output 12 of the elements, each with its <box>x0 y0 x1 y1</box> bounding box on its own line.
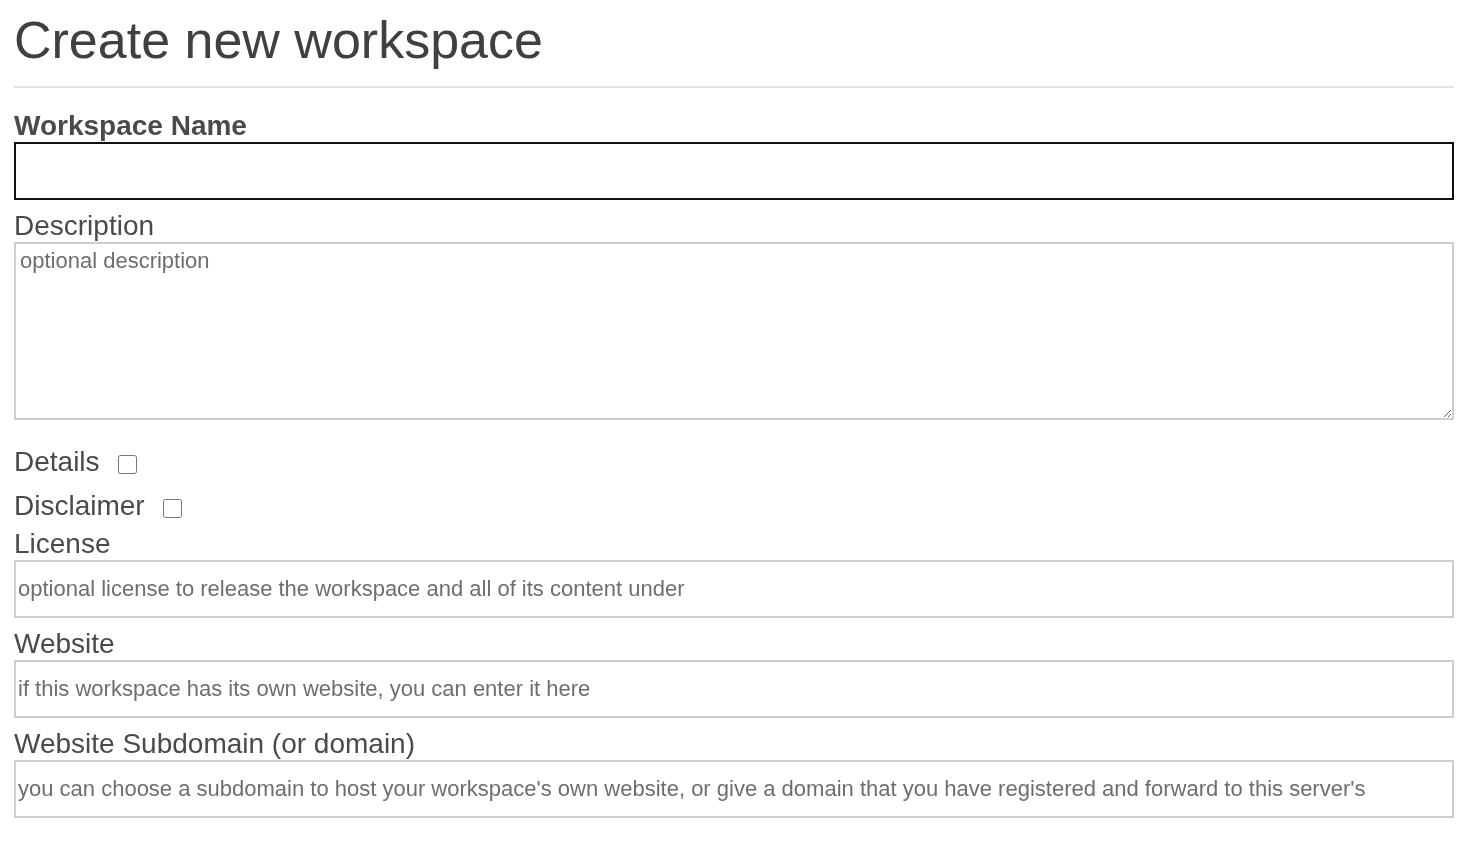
textarea-field[interactable]: optional description <box>14 242 1454 420</box>
text-field[interactable] <box>14 142 1454 200</box>
field-label: Workspace Name <box>14 110 248 142</box>
checkbox[interactable] <box>117 454 137 474</box>
field-label: Website Subdomain (or domain) <box>14 728 416 760</box>
checkbox-label: Details <box>14 446 100 478</box>
checkbox[interactable] <box>162 498 182 518</box>
field-label: Description <box>14 210 156 242</box>
field-label: Website <box>14 628 116 660</box>
field-label: License <box>14 528 112 560</box>
checkbox-label: Disclaimer <box>14 490 145 522</box>
page-title: Create new workspace <box>14 10 544 71</box>
